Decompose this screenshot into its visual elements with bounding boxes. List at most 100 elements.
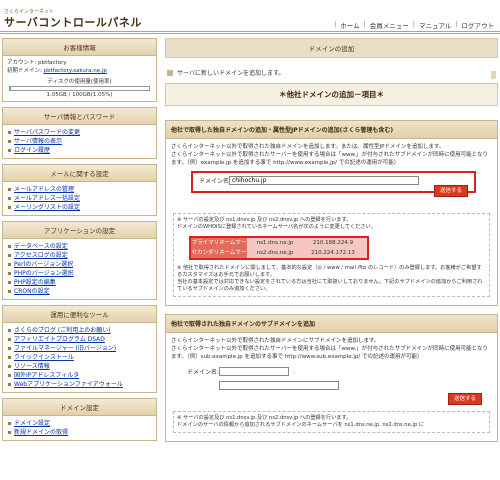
add-subdomain-desc-2: さくらインターネット以外で取得されたサーバーを使用する場合は「www.」が付与さ… (171, 346, 489, 360)
sidebar-item[interactable]: ドメイン設定 (7, 419, 152, 428)
sidebar-item-link[interactable]: メールアドレス一括設定 (14, 194, 80, 203)
add-domain-desc-1: さくらインターネット以外で取得された独自ドメインを追加します。または、属性型JP… (171, 144, 445, 150)
subdomain-submit-button[interactable]: 送信する (447, 393, 482, 405)
nav-home-link[interactable]: ホーム (340, 20, 359, 30)
sidebar-item-link[interactable]: アフィリエイトプログラム DSAD (14, 335, 105, 344)
sidebar: お客様情報 アカウント: pbtfactory 初期ドメイン: pbtfacto… (2, 38, 157, 446)
disk-usage-value: 1.05GB / 100GB(1.05%) (46, 92, 113, 98)
sidebar-item[interactable]: サーバ情報の表示 (7, 137, 152, 146)
customer-info-box: お客様情報 アカウント: pbtfactory 初期ドメイン: pbtfacto… (2, 38, 157, 102)
sidebar-item[interactable]: メーリングリストの設定 (7, 203, 152, 212)
bullet-icon (8, 197, 11, 200)
nameserver-note-2: ドメインのWHOISに登録されているネームサーバ名が次のように変更してください。 (177, 224, 376, 230)
sidebar-item-link[interactable]: サーバ情報の表示 (14, 137, 62, 146)
disk-usage-fill (10, 87, 12, 90)
sidebar-item-link[interactable]: さくらのブログ (ご利用上のお願い) (14, 326, 111, 335)
initial-domain-label: 初期ドメイン: (7, 68, 42, 74)
sidebar-item[interactable]: サーバパスワードの変更 (7, 128, 152, 137)
sidebar-item[interactable]: アクセスログの設定 (7, 251, 152, 260)
sidebar-item[interactable]: PHPのバージョン選択 (7, 269, 152, 278)
sidebar-item-link[interactable]: ログイン履歴 (14, 146, 50, 155)
sidebar-item-link[interactable]: クイックインストール (14, 353, 74, 362)
sidebar-item-link[interactable]: アクセスログの設定 (14, 251, 68, 260)
sidebar-item[interactable]: さくらのブログ (ご利用上のお願い) (7, 326, 152, 335)
sidebar-item[interactable]: メールアドレス一括設定 (7, 194, 152, 203)
ns-ip: 210.224.172.13 (311, 249, 355, 256)
sidebar-item-link[interactable]: 国外IPアドレスフィルタ (14, 371, 79, 380)
add-subdomain-desc-1: さくらインターネット以外で取得された独自ドメインにサブドメインを追加します。 (171, 338, 380, 344)
sidebar-item[interactable]: 新規ドメインの取得 (7, 428, 152, 437)
add-subdomain-panel: 他社で取得された独自ドメインのサブドメインを追加 さくらインターネット以外で取得… (165, 314, 498, 442)
disk-usage-bar (9, 86, 150, 91)
ns-key: セカンダリネームサーバ (191, 248, 247, 266)
bullet-icon (8, 245, 11, 248)
domain-name-label: ドメイン名: (199, 178, 232, 185)
account-label: アカウント: (7, 60, 37, 66)
bullet-icon (8, 356, 11, 359)
sidebar-item[interactable]: Perlのバージョン選択 (7, 260, 152, 269)
bullet-icon (8, 431, 11, 434)
sidebar-item[interactable]: Webアプリケーションファイアウォール (7, 380, 152, 389)
sidebar-item-link[interactable]: CRONの設定 (14, 287, 50, 296)
sidebar-item-link[interactable]: データベースの設定 (14, 242, 68, 251)
header: さくらインターネット サーバコントロールパネル | ホーム | 会員メニュー | マニ… (0, 0, 500, 34)
tools-title: 運用に便利なツール (3, 306, 156, 323)
bullet-icon (8, 365, 11, 368)
nameserver-note-1: ※ サーバの設定及び ns1.dnsv.jp 及び ns2.dnsv.jp への… (177, 217, 352, 223)
bullet-icon (8, 347, 11, 350)
tools-box: 運用に便利なツール さくらのブログ (ご利用上のお願い) アフィリエイトプログラム… (2, 305, 157, 393)
nav-manual-link[interactable]: マニュアル (419, 20, 451, 30)
initial-domain-link[interactable]: pbtfactory.sakura.ne.jp (44, 68, 107, 74)
sidebar-item[interactable]: リソース情報 (7, 362, 152, 371)
nav-logout-link[interactable]: ログアウト (462, 20, 495, 30)
square-bullet-icon (167, 69, 173, 76)
intro-label: サーバに新しいドメインを追加します。 (177, 70, 285, 77)
logo-title[interactable]: サーバコントロールパネル (4, 14, 142, 30)
bullet-icon (8, 329, 11, 332)
ns-ip: 210.188.224.9 (312, 239, 354, 246)
sidebar-item[interactable]: PHP設定の編集 (7, 278, 152, 287)
sidebar-item-link[interactable]: ドメイン設定 (14, 419, 50, 428)
sidebar-item-link[interactable]: メールアドレスの管理 (14, 185, 74, 194)
submit-button[interactable]: 送信する (433, 185, 468, 197)
domain-settings-box: ドメイン設定 ドメイン設定 新規ドメインの取得 (2, 398, 157, 441)
bullet-icon (8, 338, 11, 341)
sidebar-item-link[interactable]: Perlのバージョン選択 (14, 260, 73, 269)
sidebar-item-link[interactable]: サーバパスワードの変更 (14, 128, 80, 137)
table-row: プライマリネームサーバ ns1.dns.ne.jp 210.188.224.9 (191, 238, 367, 256)
subdomain-prefix-input[interactable] (219, 367, 289, 376)
sidebar-item-link[interactable]: ファイルマネージャー (旧バージョン) (14, 344, 116, 353)
sidebar-item[interactable]: ファイルマネージャー (旧バージョン) (7, 344, 152, 353)
mail-settings-list: メールアドレスの管理 メールアドレス一括設定 メーリングリストの設定 (3, 182, 156, 215)
record-note-1: ※ 他社で取得されたドメインに関しまして、基本的な設定（◎ / www / ma… (177, 265, 482, 278)
sidebar-item-link[interactable]: PHP設定の編集 (14, 278, 56, 287)
bullet-icon (8, 281, 11, 284)
bullet-icon (8, 422, 11, 425)
sidebar-item[interactable]: ログイン履歴 (7, 146, 152, 155)
mail-settings-box: メールに関する設定 メールアドレスの管理 メールアドレス一括設定 メーリングリストの… (2, 164, 157, 216)
sidebar-item-link[interactable]: Webアプリケーションファイアウォール (14, 380, 123, 389)
sidebar-item[interactable]: CRONの設定 (7, 287, 152, 296)
add-domain-panel-title: 他社で取得した独自ドメインの追加・属性型JPドメインの追加(さくら管理も含む) (166, 121, 497, 139)
scroll-indicator[interactable] (491, 71, 496, 79)
ns-key: プライマリネームサーバ (191, 238, 247, 256)
sidebar-item-link[interactable]: 新規ドメインの取得 (14, 428, 68, 437)
sidebar-item[interactable]: データベースの設定 (7, 242, 152, 251)
subdomain-note-box: ※ サーバの設定及び ns1.dnsv.jp 及び ns2.dnsv.jp への… (173, 411, 490, 433)
domain-name-input[interactable] (229, 176, 419, 185)
sidebar-item-link[interactable]: メーリングリストの設定 (14, 203, 80, 212)
subdomain-base-input[interactable] (219, 381, 339, 390)
sidebar-item[interactable]: メールアドレスの管理 (7, 185, 152, 194)
nav-member-link[interactable]: 会員メニュー (370, 20, 409, 30)
mail-settings-title: メールに関する設定 (3, 165, 156, 182)
add-domain-desc-2: さくらインターネット以外で取得されたサーバーを使用する場合は「www.」が付与さ… (171, 152, 489, 166)
sidebar-item[interactable]: クイックインストール (7, 353, 152, 362)
sidebar-item[interactable]: アフィリエイトプログラム DSAD (7, 335, 152, 344)
nameserver-table: プライマリネームサーバ ns1.dns.ne.jp 210.188.224.9 … (189, 236, 369, 266)
sidebar-item-link[interactable]: リソース情報 (14, 362, 50, 371)
server-info-box: サーバ情報とパスワード サーバパスワードの変更 サーバ情報の表示 ログイン履歴 (2, 107, 157, 159)
sidebar-item[interactable]: 国外IPアドレスフィルタ (7, 371, 152, 380)
sidebar-item-link[interactable]: PHPのバージョン選択 (14, 269, 74, 278)
bullet-icon (8, 254, 11, 257)
add-subdomain-form: ドメイン名: . 送信する (171, 361, 492, 407)
